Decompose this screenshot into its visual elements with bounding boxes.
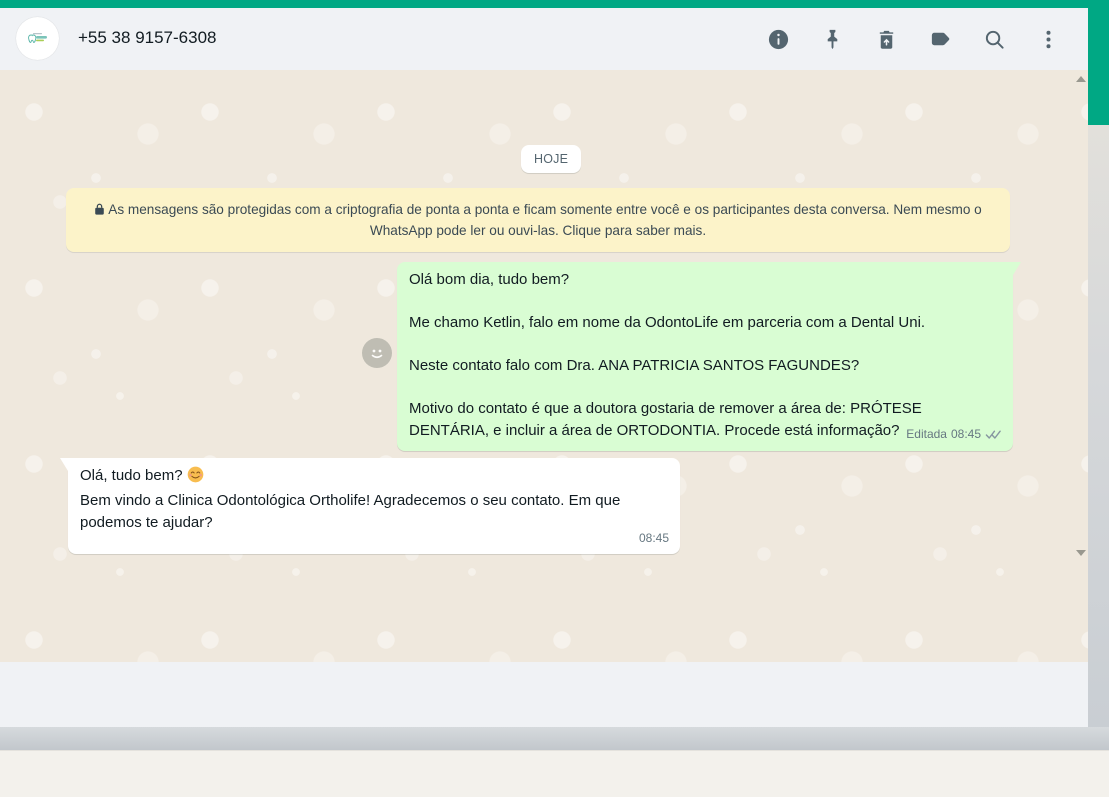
composer-bar bbox=[0, 662, 1088, 727]
message-meta: Editada 08:45 bbox=[906, 423, 1002, 445]
message-paragraph: Me chamo Ketlin, falo em nome da OdontoL… bbox=[409, 314, 926, 331]
greeting-text: Olá, tudo bem? bbox=[80, 467, 183, 484]
double-check-icon bbox=[985, 429, 1001, 439]
lock-icon bbox=[94, 202, 108, 217]
scroll-down-arrow[interactable] bbox=[1076, 550, 1086, 556]
message-body: Bem vindo a Clinica Odontológica Ortholi… bbox=[80, 492, 621, 531]
bubble-tail bbox=[60, 458, 68, 471]
outgoing-message[interactable]: Olá bom dia, tudo bem? Me chamo Ketlin, … bbox=[397, 262, 1021, 451]
screen: +55 38 9157-6308 HOJE As mensagens são p… bbox=[0, 0, 1109, 797]
message-paragraph: Neste contato falo com Dra. ANA PATRICIA… bbox=[409, 357, 860, 374]
taskbar: Pesquisar PRE bbox=[0, 750, 1109, 797]
conversation-panel: HOJE As mensagens são protegidas com a c… bbox=[0, 70, 1088, 662]
bubble-tail bbox=[1013, 262, 1021, 275]
incoming-message[interactable]: Olá, tudo bem? Bem vindo a Clinica Odont… bbox=[60, 458, 680, 554]
scroll-up-arrow[interactable] bbox=[1076, 76, 1086, 82]
date-divider: HOJE bbox=[521, 145, 582, 173]
chat-header: +55 38 9157-6308 bbox=[0, 8, 1088, 70]
contact-phone-number[interactable]: +55 38 9157-6308 bbox=[78, 28, 217, 48]
message-paragraph: Motivo do contato é que a doutora gostar… bbox=[409, 400, 922, 439]
message-paragraph: Olá bom dia, tudo bem? bbox=[409, 271, 570, 288]
message-time: 08:45 bbox=[950, 427, 981, 441]
desktop-strip bbox=[0, 727, 1109, 750]
clinic-logo bbox=[27, 32, 47, 43]
search-icon[interactable] bbox=[983, 28, 1006, 51]
header-actions bbox=[767, 8, 1060, 70]
desktop-right-strip bbox=[1088, 125, 1109, 727]
react-smiley-icon bbox=[371, 349, 383, 359]
smiling-face-emoji bbox=[187, 466, 204, 490]
encryption-banner[interactable]: As mensagens são protegidas com a cripto… bbox=[66, 188, 1010, 252]
trash-icon[interactable] bbox=[875, 28, 898, 51]
edited-label: Editada bbox=[906, 427, 947, 441]
react-emoji-button[interactable] bbox=[362, 338, 392, 368]
window-accent-bar bbox=[0, 0, 1109, 8]
message-time: 08:45 bbox=[638, 531, 669, 545]
window-accent-right bbox=[1088, 8, 1109, 125]
message-greeting-line: Olá, tudo bem? bbox=[80, 465, 668, 490]
contact-avatar[interactable] bbox=[16, 17, 59, 60]
label-icon[interactable] bbox=[929, 28, 952, 51]
info-icon[interactable] bbox=[767, 28, 790, 51]
pin-icon[interactable] bbox=[821, 28, 844, 51]
menu-icon[interactable] bbox=[1037, 28, 1060, 51]
encryption-text: As mensagens são protegidas com a cripto… bbox=[108, 202, 982, 238]
